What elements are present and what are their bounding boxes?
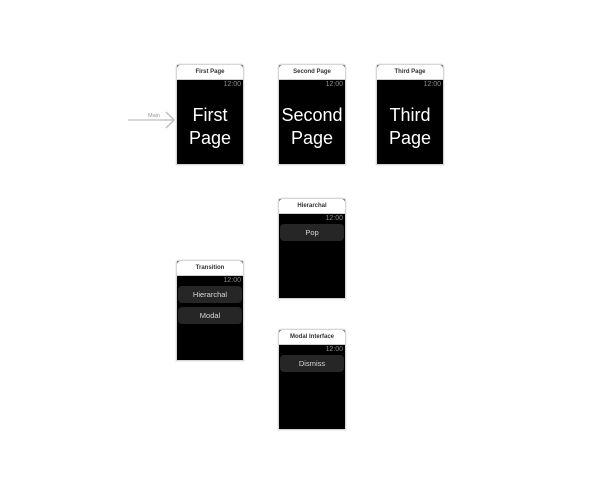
page-label[interactable]: Second Page bbox=[279, 104, 345, 150]
scene-hierarchal[interactable]: Hierarchal 12:00 Pop bbox=[278, 198, 346, 299]
page-label[interactable]: First Page bbox=[177, 104, 243, 150]
pop-button[interactable]: Pop bbox=[280, 224, 344, 241]
clock-label: 12:00 bbox=[423, 81, 441, 88]
page-label[interactable]: Third Page bbox=[377, 104, 443, 150]
scene-body: 12:00 First Page bbox=[177, 80, 243, 164]
page-label-line: First bbox=[192, 105, 228, 125]
scene-first-page[interactable]: First Page 12:00 First Page bbox=[176, 64, 244, 165]
page-label-line: Second bbox=[281, 105, 343, 125]
scene-body: 12:00 Third Page bbox=[377, 80, 443, 164]
scene-third-page[interactable]: Third Page 12:00 Third Page bbox=[376, 64, 444, 165]
scene-transition[interactable]: Transition 12:00 Hierarchal Modal bbox=[176, 260, 244, 361]
scene-title[interactable]: Second Page bbox=[279, 65, 345, 80]
entry-point-label: Main bbox=[148, 113, 160, 119]
page-label-line: Page bbox=[290, 128, 334, 148]
scene-body: 12:00 Second Page bbox=[279, 80, 345, 164]
scene-body: 12:00 Hierarchal Modal bbox=[177, 276, 243, 360]
clock-label: 12:00 bbox=[223, 277, 241, 284]
page-label-line: Third bbox=[389, 105, 431, 125]
scene-body: 12:00 Dismiss bbox=[279, 345, 345, 429]
clock-label: 12:00 bbox=[223, 81, 241, 88]
scene-body: 12:00 Pop bbox=[279, 214, 345, 298]
page-label-line: Page bbox=[188, 128, 232, 148]
scene-title[interactable]: Modal Interface bbox=[279, 330, 345, 345]
page-label-line: Page bbox=[388, 128, 432, 148]
hierarchal-button[interactable]: Hierarchal bbox=[178, 286, 242, 303]
clock-label: 12:00 bbox=[325, 81, 343, 88]
scene-modal-interface[interactable]: Modal Interface 12:00 Dismiss bbox=[278, 329, 346, 430]
scene-title[interactable]: Hierarchal bbox=[279, 199, 345, 214]
clock-label: 12:00 bbox=[325, 215, 343, 222]
scene-second-page[interactable]: Second Page 12:00 Second Page bbox=[278, 64, 346, 165]
modal-button[interactable]: Modal bbox=[178, 307, 242, 324]
clock-label: 12:00 bbox=[325, 346, 343, 353]
dismiss-button[interactable]: Dismiss bbox=[280, 355, 344, 372]
scene-title[interactable]: Third Page bbox=[377, 65, 443, 80]
scene-title[interactable]: Transition bbox=[177, 261, 243, 276]
scene-title[interactable]: First Page bbox=[177, 65, 243, 80]
